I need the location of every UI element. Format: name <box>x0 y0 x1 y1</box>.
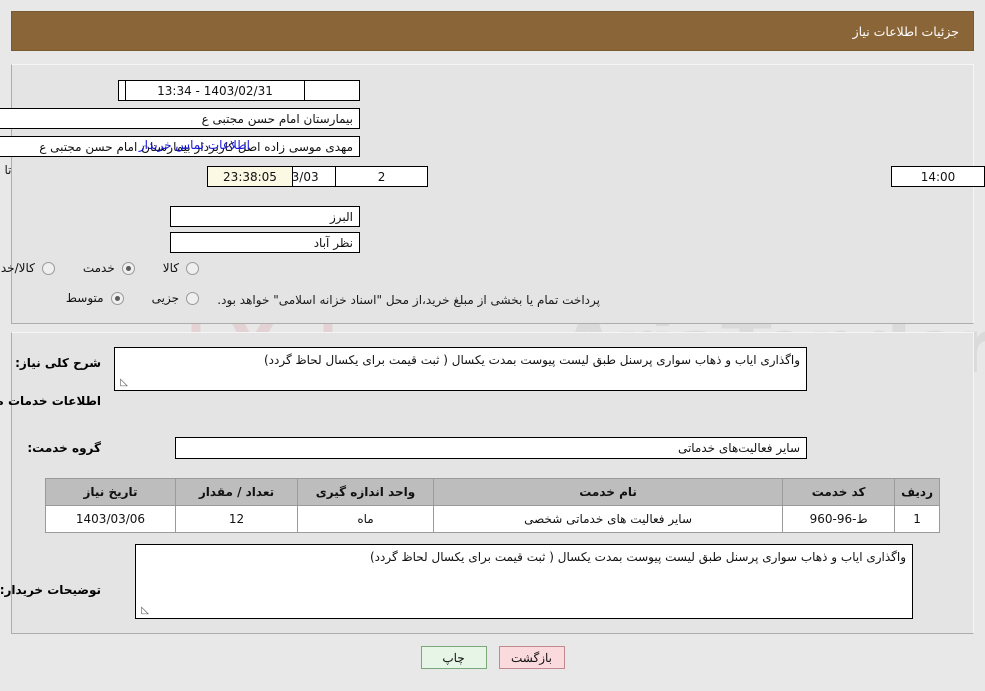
page-title: جزئیات اطلاعات نیاز <box>852 23 959 39</box>
table-cell-5: 1403/03/06 <box>45 505 176 533</box>
table-cell-4: 12 <box>175 505 298 533</box>
services-table: ردیف کد خدمت نام خدمت واحد اندازه گیری تعداد… <box>45 478 940 533</box>
back-button[interactable]: بازگشت <box>498 646 565 669</box>
print-button[interactable]: چاپ <box>420 646 487 669</box>
buyer-org-field[interactable]: بیمارستان امام حسن مجتبی ع <box>0 108 360 129</box>
category-label-1: خدمت <box>82 261 115 275</box>
table-col-header-4: تعداد / مقدار <box>175 478 298 506</box>
table-col-header-1: کد خدمت <box>782 478 896 506</box>
category-radio-0[interactable] <box>186 261 199 275</box>
announce-date-field[interactable]: 1403/02/31 - 13:34 <box>125 80 305 101</box>
buyer-notes-text: واگذاری ایاب و ذهاب سواری پرسنل طبق لیست… <box>369 550 906 564</box>
buyer-notes-label-wrap: توضیحات خریدار: <box>0 583 101 597</box>
resize-grip-icon-2[interactable]: ◺ <box>139 606 149 616</box>
payment-note: پرداخت تمام یا بخشی از مبلغ خرید،از محل … <box>217 293 600 307</box>
summary-text: واگذاری ایاب و ذهاب سواری پرسنل طبق لیست… <box>263 353 800 367</box>
services-heading: اطلاعات خدمات مورد نیاز <box>0 394 101 408</box>
category-radio-2[interactable] <box>41 261 55 275</box>
action-button-bar: بازگشت چاپ <box>0 646 985 669</box>
process-option-0[interactable]: جزیی <box>152 291 203 305</box>
page-root: AriaTender.net جزئیات اطلاعات نیاز شماره… <box>0 0 985 691</box>
countdown-timer-field: 23:38:05 <box>207 166 293 187</box>
buyer-notes-label: توضیحات خریدار: <box>0 583 101 597</box>
table-header-row: ردیف کد خدمت نام خدمت واحد اندازه گیری تعداد… <box>45 478 940 506</box>
resize-grip-icon[interactable]: ◺ <box>118 378 128 388</box>
process-radio-group[interactable]: جزیی متوسط <box>66 291 225 305</box>
process-label-0: جزیی <box>151 291 179 305</box>
category-option-0[interactable]: کالا <box>163 261 203 275</box>
service-group-label: گروه خدمت: <box>27 441 101 455</box>
category-option-1[interactable]: خدمت <box>83 261 139 275</box>
category-label-2: کالا/خدمت <box>0 261 35 275</box>
page-header: جزئیات اطلاعات نیاز <box>11 11 974 51</box>
services-heading-wrap: اطلاعات خدمات مورد نیاز <box>0 394 101 408</box>
table-cell-3: ماه <box>297 505 434 533</box>
table-cell-1: ط-96-960 <box>782 505 896 533</box>
table-col-header-5: تاریخ نیاز <box>45 478 176 506</box>
table-cell-0: 1 <box>894 505 940 533</box>
province-field[interactable]: البرز <box>170 206 360 227</box>
category-radio-group[interactable]: کالا خدمت کالا/خدمت <box>0 261 225 275</box>
city-field[interactable]: نظر آباد <box>170 232 360 253</box>
service-group-label-wrap: گروه خدمت: <box>27 441 101 455</box>
category-option-2[interactable]: کالا/خدمت <box>0 261 59 275</box>
process-option-1[interactable]: متوسط <box>66 291 128 305</box>
table-col-header-3: واحد اندازه گیری <box>297 478 434 506</box>
days-remaining-field[interactable]: 2 <box>335 166 428 187</box>
deadline-hour-field[interactable]: 14:00 <box>891 166 985 187</box>
category-radio-1[interactable] <box>121 261 135 275</box>
summary-label: شرح کلی نیاز: <box>15 356 101 370</box>
service-group-field[interactable]: سایر فعالیت‌های خدماتی <box>175 437 807 459</box>
process-label-1: متوسط <box>65 291 104 305</box>
table-col-header-2: نام خدمت <box>432 478 784 506</box>
category-label-0: کالا <box>162 261 179 275</box>
payment-note-wrap: پرداخت تمام یا بخشی از مبلغ خرید،از محل … <box>217 293 600 307</box>
table-row[interactable]: 1 ط-96-960 سایر فعالیت های خدماتی شخصی ماه 1… <box>45 505 940 533</box>
table-cell-2: سایر فعالیت های خدماتی شخصی <box>432 505 784 533</box>
process-radio-0[interactable] <box>186 291 199 305</box>
need-info-panel <box>11 64 974 324</box>
summary-textarea[interactable]: واگذاری ایاب و ذهاب سواری پرسنل طبق لیست… <box>114 347 807 391</box>
buyer-notes-textarea[interactable]: واگذاری ایاب و ذهاب سواری پرسنل طبق لیست… <box>135 544 913 619</box>
buyer-contact-link[interactable]: اطلاعات تماس خریدار <box>139 138 250 152</box>
summary-label-wrap: شرح کلی نیاز: <box>15 356 101 370</box>
table-col-header-0: ردیف <box>894 478 940 506</box>
contact-link-wrap: اطلاعات تماس خریدار <box>139 138 250 152</box>
process-radio-1[interactable] <box>110 291 124 305</box>
